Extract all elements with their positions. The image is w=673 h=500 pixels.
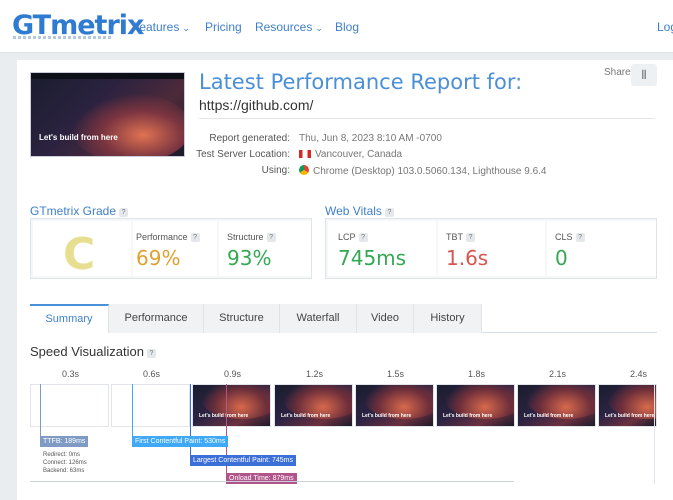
report-tabs: Summary Performance Structure Waterfall … — [30, 304, 657, 333]
fcp-tag: First Contentful Paint: 530ms — [132, 436, 229, 447]
meta-value-generated: Thu, Jun 8, 2023 8:10 AM -0700 — [299, 133, 442, 144]
grade-section-title: GTmetrix Grade? — [30, 204, 129, 218]
filmstrip-frame[interactable]: Let's build from here — [192, 384, 271, 427]
tick-label: 0.6s — [143, 369, 161, 379]
filmstrip-frame[interactable] — [30, 384, 109, 427]
performance-label: Performance? — [136, 232, 200, 242]
nav-pricing[interactable]: Pricing — [205, 20, 242, 34]
performance-value: 69% — [136, 246, 181, 270]
structure-label: Structure? — [227, 232, 276, 242]
logo-tagline — [13, 36, 113, 39]
help-icon[interactable]: ? — [146, 349, 156, 358]
tab-waterfall[interactable]: Waterfall — [280, 304, 357, 333]
timeline-track — [30, 481, 514, 482]
lcp-marker-line — [190, 384, 191, 460]
vitals-section-title: Web Vitals? — [325, 204, 394, 218]
report-url: https://github.com/ — [199, 97, 314, 113]
timeline-end — [654, 384, 655, 484]
ttfb-tag: TTFB: 189ms — [40, 436, 89, 447]
chevron-down-icon: ⌄ — [315, 23, 323, 33]
help-icon[interactable]: ? — [190, 233, 200, 242]
filmstrip-frame[interactable]: Let's build from here — [436, 384, 515, 427]
tick-label: 0.9s — [224, 369, 242, 379]
lcp-cell: LCP? 745ms — [328, 221, 436, 276]
tab-structure[interactable]: Structure — [204, 304, 280, 333]
performance-cell: Performance? 69% — [133, 221, 217, 276]
help-icon[interactable]: ? — [358, 233, 368, 242]
share-label: Share — [604, 67, 631, 78]
tab-performance[interactable]: Performance — [109, 304, 204, 333]
onload-tag: Onload Time: 879ms — [226, 473, 297, 484]
meta-value-location: Vancouver, Canada — [299, 149, 402, 160]
tab-summary[interactable]: Summary — [30, 304, 109, 333]
meta-key-generated: Report generated: — [209, 133, 290, 144]
help-icon[interactable]: ? — [119, 208, 129, 217]
chrome-icon — [299, 165, 309, 175]
lcp-value: 745ms — [338, 246, 407, 270]
filmstrip-frame[interactable]: Let's build from here — [274, 384, 353, 427]
cls-value: 0 — [555, 246, 568, 270]
nav-resources[interactable]: Resources ⌄ — [255, 20, 323, 34]
meta-key-location: Test Server Location: — [196, 149, 290, 160]
structure-value: 93% — [227, 246, 272, 270]
nav-features[interactable]: Features ⌄ — [132, 20, 190, 34]
meta-key-using: Using: — [261, 165, 290, 176]
meta-value-using: Chrome (Desktop) 103.0.5060.134, Lightho… — [299, 165, 547, 177]
filmstrip-frame[interactable]: Let's build from here — [355, 384, 434, 427]
tbt-value: 1.6s — [446, 246, 489, 270]
canada-flag-icon — [299, 150, 311, 158]
grade-cell: C — [33, 221, 131, 280]
tick-label: 1.8s — [468, 369, 486, 379]
nav-login[interactable]: Log — [657, 20, 673, 34]
fcp-marker-line — [132, 384, 133, 441]
cls-label: CLS? — [555, 232, 585, 242]
share-icon: ⫴ — [641, 68, 647, 82]
help-icon[interactable]: ? — [575, 233, 585, 242]
cls-cell: CLS? 0 — [547, 221, 656, 276]
grade-letter: C — [63, 229, 96, 280]
page-screenshot-thumbnail: Let's build from here — [30, 72, 185, 157]
tick-label: 1.5s — [387, 369, 405, 379]
nav-blog[interactable]: Blog — [335, 20, 359, 34]
ttfb-details: Redirect: 0ms Connect: 126ms Backend: 63… — [43, 452, 87, 474]
report-title: Latest Performance Report for: — [199, 70, 523, 94]
ttfb-marker-line — [40, 384, 41, 436]
tab-history[interactable]: History — [414, 304, 482, 333]
share-button[interactable]: ⫴ — [631, 64, 657, 86]
speed-visualization-title: Speed Visualization? — [30, 344, 156, 359]
top-nav: GTmetrix Features ⌄ Pricing Resources ⌄ Bl… — [0, 0, 673, 53]
grade-panel: C Performance? 69% Structure? 93% — [30, 218, 312, 280]
tbt-cell: TBT? 1.6s — [438, 221, 545, 276]
chevron-down-icon: ⌄ — [182, 23, 190, 33]
divider — [199, 118, 655, 119]
help-icon[interactable]: ? — [384, 208, 394, 217]
lcp-label: LCP? — [338, 232, 368, 242]
tick-label: 2.1s — [549, 369, 567, 379]
filmstrip-frame[interactable]: Let's build from here — [598, 384, 657, 427]
help-icon[interactable]: ? — [266, 233, 276, 242]
report-container: Let's build from here Latest Performance… — [17, 60, 673, 500]
tab-video[interactable]: Video — [357, 304, 414, 333]
tick-label: 1.2s — [306, 369, 324, 379]
help-icon[interactable]: ? — [466, 233, 475, 242]
tick-label: 2.4s — [630, 369, 648, 379]
lcp-tag: Largest Contentful Paint: 745ms — [190, 455, 297, 466]
filmstrip-frame[interactable] — [111, 384, 190, 427]
left-gutter — [0, 53, 12, 500]
vitals-panel: LCP? 745ms TBT? 1.6s CLS? 0 — [325, 218, 657, 279]
tbt-label: TBT? — [446, 232, 475, 242]
tick-label: 0.3s — [62, 369, 80, 379]
filmstrip-frame[interactable]: Let's build from here — [517, 384, 596, 427]
structure-cell: Structure? 93% — [219, 221, 311, 276]
